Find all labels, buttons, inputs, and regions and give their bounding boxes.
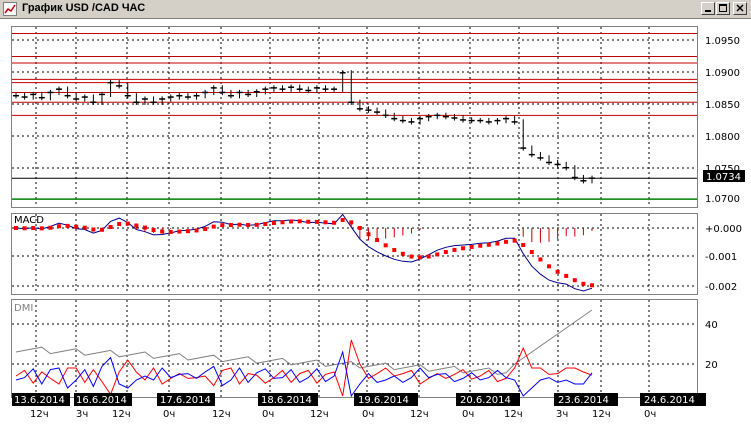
- signal-point: [56, 224, 61, 229]
- date-label-7: 23.6.2014: [558, 395, 609, 406]
- signal-point: [31, 226, 36, 231]
- signal-point: [555, 269, 560, 274]
- signal-point: [547, 264, 552, 269]
- signal-point: [486, 242, 491, 247]
- date-label-2: 16.6.2014: [76, 395, 127, 406]
- signal-point: [392, 248, 397, 253]
- signal-point: [452, 247, 457, 252]
- dmi-label: DMI: [14, 303, 33, 314]
- signal-point: [228, 222, 233, 227]
- maximize-button[interactable]: [716, 2, 730, 15]
- signal-point: [461, 246, 466, 251]
- hour-label-6: 0ч: [262, 409, 274, 420]
- signal-point: [409, 254, 414, 259]
- signal-point: [400, 251, 405, 256]
- signal-point: [478, 243, 483, 248]
- signal-point: [426, 254, 431, 259]
- signal-point: [254, 222, 259, 227]
- macd-panel: [11, 213, 698, 295]
- chart-canvas: 1.0950 1.0900 1.0850 1.0800 1.0750 1.070…: [0, 20, 751, 428]
- date-label-5: 19.6.2014: [358, 395, 409, 406]
- hour-label-2: 3ч: [76, 409, 88, 420]
- signal-point: [125, 221, 130, 226]
- signal-point: [504, 239, 509, 244]
- chart-app-icon: [3, 2, 17, 16]
- signal-point: [271, 220, 276, 225]
- price-tick-2: 1.0900: [705, 68, 740, 79]
- signal-point: [220, 223, 225, 228]
- minimize-icon: [705, 10, 711, 12]
- date-label-1: 13.6.2014: [14, 395, 65, 406]
- window-title: График USD /CAD ЧАС: [22, 2, 146, 14]
- signal-point: [564, 273, 569, 278]
- signal-point: [14, 226, 18, 230]
- current-price-label: 1.0734: [706, 172, 741, 183]
- macd-tick-3: -0.002: [705, 282, 737, 293]
- signal-point: [521, 242, 526, 247]
- hour-label-12: 3ч: [556, 409, 568, 420]
- close-button[interactable]: [733, 2, 747, 15]
- signal-point: [211, 224, 216, 229]
- signal-point: [581, 281, 586, 286]
- price-tick-4: 1.0800: [705, 132, 740, 143]
- signal-point: [538, 257, 543, 262]
- signal-point: [289, 219, 294, 224]
- signal-point: [590, 283, 594, 288]
- signal-point: [65, 223, 70, 228]
- price-tick-3: 1.0850: [705, 100, 740, 111]
- signal-point: [194, 228, 199, 233]
- hour-label-8: 0ч: [362, 409, 374, 420]
- hour-label-9: 12ч: [410, 409, 429, 420]
- date-label-3: 17.6.2014: [160, 395, 211, 406]
- signal-point: [280, 220, 285, 225]
- date-label-8: 24.6.2014: [644, 395, 695, 406]
- macd-tick-1: +0.000: [705, 224, 742, 235]
- price-panel: [11, 26, 698, 208]
- date-label-4: 18.6.2014: [261, 395, 312, 406]
- maximize-icon: [719, 4, 727, 12]
- dmi-tick-2: 20: [705, 360, 718, 371]
- title-bar: График USD /CAD ЧАС: [0, 0, 751, 19]
- signal-point: [297, 219, 302, 224]
- macd-tick-2: -0.001: [705, 252, 737, 263]
- signal-point: [177, 229, 182, 234]
- hour-label-3: 12ч: [112, 409, 131, 420]
- hour-label-13: 12ч: [592, 409, 611, 420]
- signal-point: [340, 217, 345, 222]
- signal-point: [48, 225, 53, 230]
- signal-point: [168, 229, 173, 234]
- signal-point: [383, 243, 388, 248]
- signal-point: [418, 255, 423, 260]
- signal-point: [469, 244, 474, 249]
- signal-point: [108, 224, 113, 229]
- signal-point: [495, 241, 500, 246]
- signal-point: [443, 250, 448, 255]
- close-icon: [736, 4, 744, 12]
- date-label-6: 20.6.2014: [460, 395, 511, 406]
- hour-label-10: 0ч: [462, 409, 474, 420]
- price-tick-1: 1.0950: [705, 36, 740, 47]
- hour-label-14: 0ч: [644, 409, 656, 420]
- signal-point: [512, 238, 517, 243]
- signal-point: [185, 229, 190, 234]
- signal-point: [435, 252, 440, 257]
- signal-point: [117, 222, 122, 227]
- minimize-button[interactable]: [701, 2, 715, 15]
- signal-point: [529, 250, 534, 255]
- macd-label: MACD: [14, 215, 44, 226]
- signal-point: [237, 222, 242, 227]
- dmi-tick-1: 40: [705, 320, 718, 331]
- hour-label-5: 12ч: [212, 409, 231, 420]
- hour-label-7: 12ч: [310, 409, 329, 420]
- signal-point: [572, 278, 577, 283]
- hour-label-11: 12ч: [504, 409, 523, 420]
- hour-label-4: 0ч: [163, 409, 175, 420]
- price-tick-6: 1.0700: [705, 194, 740, 205]
- hour-label-1: 12ч: [30, 409, 49, 420]
- signal-point: [263, 222, 268, 227]
- signal-point: [203, 227, 208, 232]
